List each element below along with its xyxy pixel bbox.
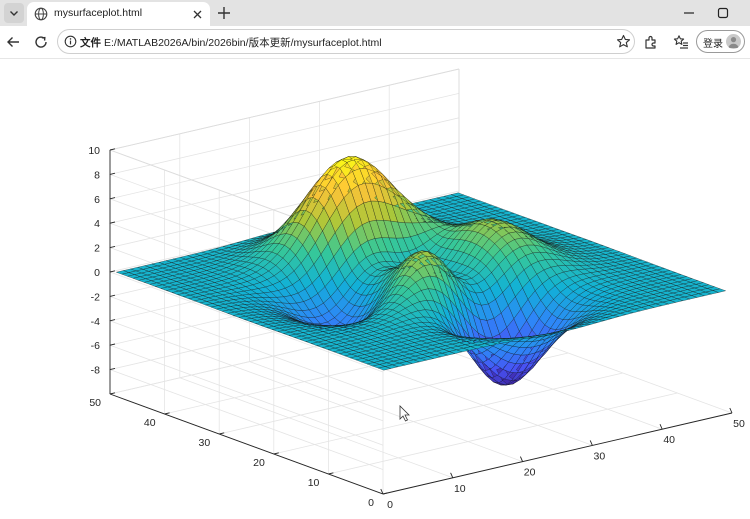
url-text[interactable]: E:/MATLAB2026A/bin/2026bin/版本更新/mysurfac… — [104, 35, 382, 50]
close-icon — [193, 10, 201, 18]
sign-in-button[interactable]: 登录 — [696, 30, 745, 53]
file-scheme-label: 文件 — [80, 37, 101, 49]
x-tick-label: 10 — [454, 483, 466, 495]
maximize-button[interactable] — [716, 6, 730, 20]
x-tick-label: 0 — [387, 499, 393, 511]
y-tick-label: 40 — [144, 417, 156, 429]
y-tick-label: 50 — [89, 397, 101, 409]
z-tick-label: 4 — [94, 218, 100, 230]
z-tick-label: 10 — [88, 145, 100, 157]
chevron-down-icon — [10, 11, 18, 16]
avatar — [726, 34, 741, 49]
active-tab[interactable]: mysurfaceplot.html — [27, 2, 210, 26]
tab-close-button[interactable] — [190, 7, 204, 21]
x-tick-label: 20 — [524, 467, 536, 479]
y-tick-label: 20 — [253, 457, 265, 469]
user-icon — [728, 37, 739, 48]
y-tick — [382, 492, 389, 495]
globe-icon — [34, 7, 48, 21]
mouse-cursor-icon — [399, 405, 410, 422]
x-tick-label: 30 — [594, 450, 606, 462]
y-tick-label: 0 — [368, 497, 374, 509]
z-tick-label: -4 — [91, 316, 100, 328]
minimize-button[interactable] — [682, 7, 696, 19]
new-tab-button[interactable] — [216, 5, 232, 21]
z-tick-label: 0 — [94, 267, 100, 279]
x-axis-line — [382, 412, 733, 495]
extensions-icon[interactable] — [643, 34, 659, 50]
x-tick-label: 50 — [733, 418, 745, 430]
browser-toolbar: 文件 E:/MATLAB2026A/bin/2026bin/版本更新/mysur… — [0, 26, 750, 59]
z-tick-label: -2 — [91, 291, 100, 303]
favorites-icon[interactable] — [673, 34, 689, 50]
page-content: 0 10 20 30 40 50 0 10 20 30 40 50 -8 -6 -4 -2 0 2 4 6 8 10 — [0, 59, 750, 519]
tab-list-button[interactable] — [4, 3, 24, 23]
x-tick-label: 40 — [663, 434, 675, 446]
y-tick-label: 10 — [308, 477, 320, 489]
z-tick-label: 2 — [94, 243, 100, 255]
address-bar[interactable]: 文件 E:/MATLAB2026A/bin/2026bin/版本更新/mysur… — [57, 29, 635, 54]
reload-button[interactable] — [33, 34, 49, 50]
z-tick-label: 6 — [94, 194, 100, 206]
back-button[interactable] — [5, 34, 21, 50]
z-tick-label: -8 — [91, 365, 100, 377]
surface-plot: 0 10 20 30 40 50 0 10 20 30 40 50 -8 -6 -4 -2 0 2 4 6 8 10 — [88, 68, 745, 511]
z-tick-label: 8 — [94, 169, 100, 181]
info-icon[interactable] — [64, 35, 77, 48]
sign-in-label: 登录 — [703, 39, 723, 50]
star-icon[interactable] — [616, 34, 631, 49]
z-tick-label: -6 — [91, 340, 100, 352]
tab-strip: mysurfaceplot.html — [0, 0, 750, 26]
y-tick-label: 30 — [199, 437, 211, 449]
tab-title: mysurfaceplot.html — [54, 7, 143, 19]
